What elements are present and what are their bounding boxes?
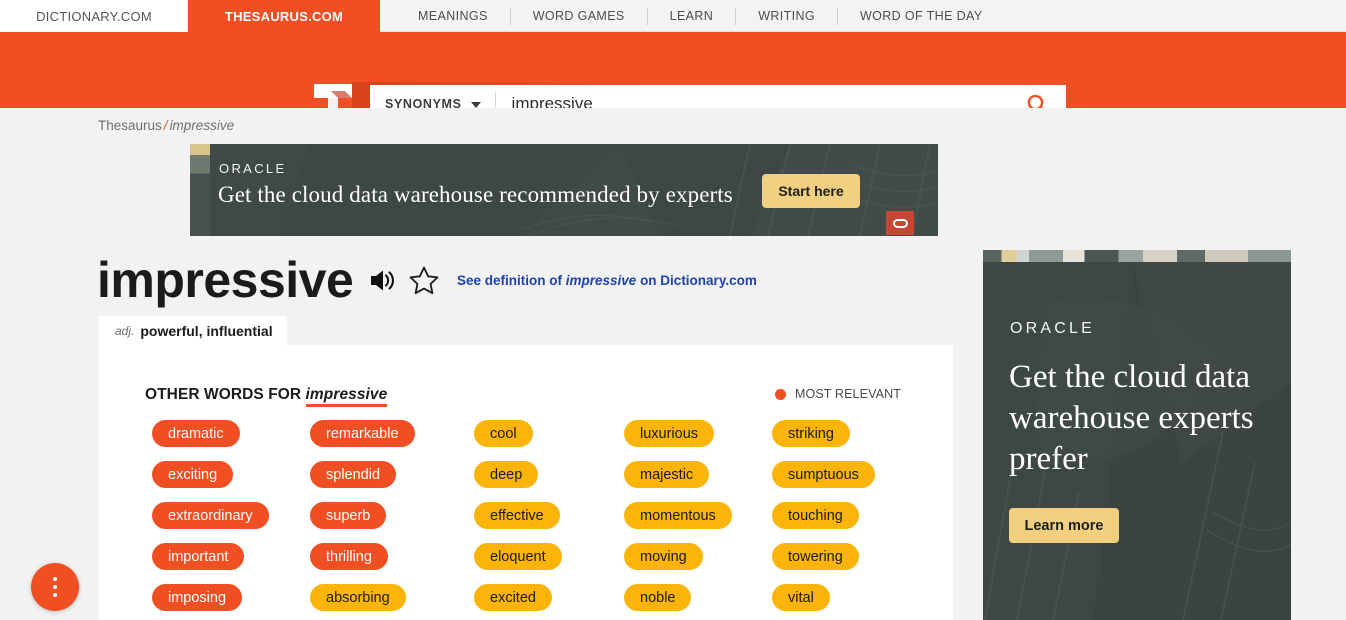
- tab-pos-adjective[interactable]: adj. powerful, influential: [99, 316, 287, 345]
- synonym-chip[interactable]: cool: [474, 420, 533, 447]
- nav-link-learn[interactable]: LEARN: [648, 0, 736, 32]
- more-vertical-icon: [53, 577, 57, 581]
- synonym-chip[interactable]: exciting: [152, 461, 234, 488]
- other-words-heading-word: impressive: [305, 386, 388, 407]
- thesaurus-logo-icon[interactable]: [312, 82, 354, 108]
- synonym-chip[interactable]: vital: [772, 584, 830, 611]
- other-words-heading-prefix: OTHER WORDS FOR: [145, 386, 306, 403]
- oracle-o-icon[interactable]: [886, 211, 914, 235]
- nav-link-word-games[interactable]: WORD GAMES: [511, 0, 647, 32]
- chevron-down-icon: [470, 102, 481, 108]
- synonym-chip[interactable]: imposing: [152, 584, 243, 611]
- banner-brand: ORACLE: [219, 161, 287, 176]
- synonym-chip[interactable]: majestic: [624, 461, 710, 488]
- breadcrumb-root[interactable]: Thesaurus: [98, 118, 162, 133]
- more-options-fab[interactable]: [31, 563, 79, 611]
- synonym-chip[interactable]: luxurious: [624, 420, 715, 447]
- synonym-chip[interactable]: excited: [474, 584, 552, 611]
- synonym-chip[interactable]: eloquent: [474, 543, 562, 570]
- banner-left-strip: [190, 144, 210, 236]
- sidebar-ad-cta-button[interactable]: Learn more: [1009, 508, 1119, 543]
- synonym-grid: dramatic exciting extraordinary importan…: [152, 420, 912, 611]
- synonym-chip[interactable]: superb: [310, 502, 387, 529]
- synonym-chip[interactable]: important: [152, 543, 245, 570]
- search-type-dropdown[interactable]: SYNONYMS: [370, 85, 495, 108]
- more-vertical-icon: [53, 585, 57, 589]
- synonym-chip[interactable]: extraordinary: [152, 502, 269, 529]
- synonym-chip[interactable]: remarkable: [310, 420, 415, 447]
- nav-link-word-of-the-day[interactable]: WORD OF THE DAY: [838, 0, 1005, 32]
- see-definition-word: impressive: [565, 273, 637, 288]
- see-definition-link[interactable]: See definition of impressive on Dictiona…: [457, 273, 757, 288]
- search-input[interactable]: [511, 94, 1008, 108]
- synonym-column: remarkable splendid superb thrilling abs…: [310, 420, 474, 611]
- synonym-column: dramatic exciting extraordinary importan…: [152, 420, 310, 611]
- audio-pronunciation-button[interactable]: [369, 268, 397, 293]
- search-box: SYNONYMS: [370, 85, 1066, 108]
- relevance-toggle[interactable]: MOST RELEVANT: [774, 387, 901, 401]
- breadcrumb-current: impressive: [169, 118, 235, 133]
- banner-cta-button[interactable]: Start here: [762, 174, 860, 208]
- nav-site-dictionary-label: DICTIONARY.COM: [36, 8, 152, 24]
- sidebar-ad-headline: Get the cloud data warehouse experts pre…: [1009, 359, 1254, 477]
- relevance-label: MOST RELEVANT: [794, 387, 901, 401]
- synonym-chip[interactable]: thrilling: [310, 543, 388, 570]
- search-input-wrap: [496, 85, 1008, 108]
- speaker-icon: [371, 270, 394, 291]
- synonym-column: cool deep effective eloquent excited: [474, 420, 624, 611]
- synonym-chip[interactable]: noble: [624, 584, 692, 611]
- see-definition-prefix: See definition of: [457, 273, 566, 288]
- search-icon: [1027, 94, 1044, 108]
- synonym-chip[interactable]: striking: [772, 420, 850, 447]
- page-title: impressive: [97, 252, 354, 308]
- top-navigation: DICTIONARY.COM THESAURUS.COM MEANINGS WO…: [0, 0, 1346, 32]
- synonym-chip[interactable]: towering: [772, 543, 859, 570]
- nav-links: MEANINGS WORD GAMES LEARN WRITING WORD O…: [380, 0, 1005, 32]
- synonym-column: striking sumptuous touching towering vit…: [772, 420, 912, 611]
- nav-site-thesaurus-label: THESAURUS.COM: [224, 8, 344, 24]
- pos-sense-label: powerful, influential: [140, 322, 273, 339]
- synonym-chip[interactable]: absorbing: [310, 584, 406, 611]
- synonym-chip[interactable]: effective: [474, 502, 560, 529]
- search-header: SYNONYMS: [0, 32, 1346, 108]
- see-definition-suffix: on Dictionary.com: [636, 273, 757, 288]
- synonym-chip[interactable]: splendid: [310, 461, 397, 488]
- synonym-chip[interactable]: sumptuous: [772, 461, 875, 488]
- search-type-label: SYNONYMS: [385, 97, 462, 108]
- synonym-chip[interactable]: deep: [474, 461, 539, 488]
- sidebar-ad-top-strip: [983, 250, 1291, 262]
- pos-label: adj.: [115, 323, 135, 338]
- nav-link-writing[interactable]: WRITING: [736, 0, 837, 32]
- breadcrumb-separator: /: [163, 118, 168, 133]
- nav-site-thesaurus[interactable]: THESAURUS.COM: [188, 0, 380, 32]
- synonym-chip[interactable]: moving: [624, 543, 703, 570]
- banner-headline: Get the cloud data warehouse recommended…: [218, 182, 733, 207]
- breadcrumb: Thesaurus / impressive: [98, 118, 234, 133]
- star-outline-icon: [409, 266, 439, 295]
- nav-link-meanings[interactable]: MEANINGS: [396, 0, 510, 32]
- other-words-heading: OTHER WORDS FOR impressive: [145, 386, 388, 407]
- favorite-star-button[interactable]: [408, 265, 440, 296]
- relevance-dot-icon: [774, 388, 786, 400]
- synonym-chip[interactable]: dramatic: [152, 420, 240, 447]
- synonym-chip[interactable]: momentous: [624, 502, 732, 529]
- synonym-column: luxurious majestic momentous moving nobl…: [624, 420, 772, 611]
- search-submit-button[interactable]: [1008, 85, 1066, 108]
- more-vertical-icon: [53, 593, 57, 597]
- nav-site-dictionary[interactable]: DICTIONARY.COM: [0, 0, 188, 32]
- synonym-chip[interactable]: touching: [772, 502, 859, 529]
- sidebar-ad-brand: ORACLE: [1010, 320, 1095, 337]
- synonyms-card: OTHER WORDS FOR impressive MOST RELEVANT…: [99, 345, 953, 620]
